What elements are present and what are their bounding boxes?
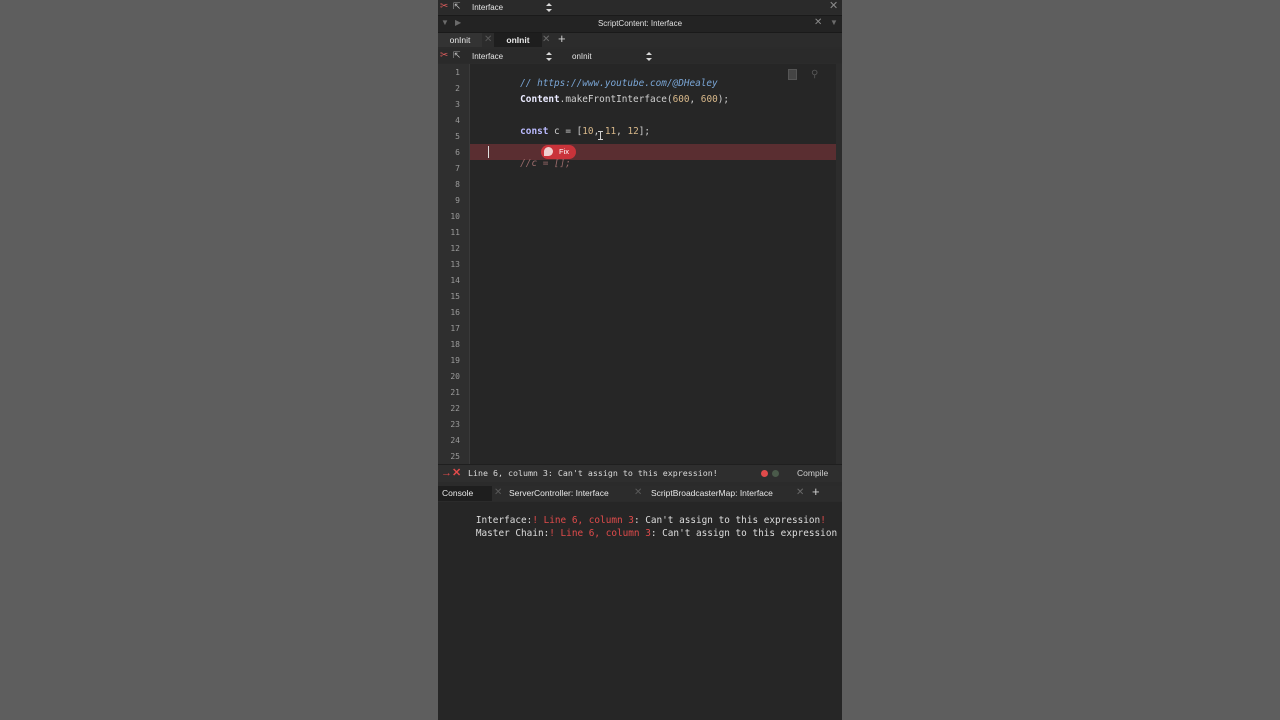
- search-binoculars-icon[interactable]: ⚲: [811, 69, 818, 80]
- callback-dropdown-arrows-icon[interactable]: [646, 52, 652, 61]
- tab-label: Console: [442, 488, 474, 498]
- panel-title: ScriptContent: Interface: [597, 19, 683, 28]
- tab-server-controller[interactable]: ServerController: Interface: [509, 486, 609, 501]
- error-arrow-icon: →✕: [441, 467, 462, 479]
- console-line-2: Master Chain:! Line 6, column 3: Can't a…: [442, 517, 837, 550]
- console-location: ! Line 6, column 3: [549, 528, 651, 539]
- console-message: : Can't assign to this expression: [650, 528, 838, 539]
- line-number: 1: [455, 68, 460, 77]
- line-number: 23: [450, 420, 460, 429]
- line-number: 20: [450, 372, 460, 381]
- copy-icon[interactable]: [788, 69, 797, 80]
- ok-indicator-icon: [772, 470, 779, 477]
- line-number: 3: [455, 100, 460, 109]
- variable-token: c = [: [548, 126, 583, 137]
- line-number: 2: [455, 84, 460, 93]
- method-token: .makeFrontInterface(: [559, 94, 673, 105]
- status-bar: →✕ Line 6, column 3: Can't assign to thi…: [438, 464, 842, 482]
- editor-toolbar: ✂ ⇱ Interface onInit: [438, 49, 842, 63]
- close-icon[interactable]: ✕: [829, 0, 838, 12]
- tab-close-icon[interactable]: ✕: [796, 487, 804, 498]
- add-tab-icon[interactable]: +: [812, 484, 820, 499]
- panel-close-icon[interactable]: ✕: [814, 17, 822, 28]
- compile-button[interactable]: Compile: [797, 468, 828, 478]
- number-token: 600: [700, 94, 718, 105]
- processor-dropdown[interactable]: Interface: [472, 52, 503, 61]
- line-number: 6: [455, 148, 460, 157]
- line-number: 10: [450, 212, 460, 221]
- line-number: 8: [455, 180, 460, 189]
- bottom-tab-bar: Console ✕ ServerController: Interface ✕ …: [438, 484, 842, 501]
- top-selector-bar: ✂ ⇱ Interface ✕: [438, 0, 842, 14]
- line-number: 15: [450, 292, 460, 301]
- editor-tab-bar: onInit ✕ onInit ✕ +: [438, 31, 842, 47]
- tab-close-icon[interactable]: ✕: [494, 487, 502, 498]
- tab-console[interactable]: Console: [438, 486, 492, 501]
- processor-selector-arrows-icon[interactable]: [546, 3, 552, 12]
- number-token: 12: [627, 126, 639, 137]
- line-number: 13: [450, 260, 460, 269]
- mouse-ibeam-cursor-icon: [598, 131, 603, 140]
- hise-script-editor-window: ✂ ⇱ Interface ✕ ▼ ▶ ScriptContent: Inter…: [438, 0, 842, 720]
- text-caret: [488, 146, 489, 158]
- tab-close-icon[interactable]: ✕: [484, 34, 492, 45]
- number-token: 10: [582, 126, 594, 137]
- console-prefix: Master Chain:: [475, 528, 550, 539]
- console-output[interactable]: Interface:! Line 6, column 3: Can't assi…: [438, 502, 842, 720]
- panel-fold-icon[interactable]: ▼: [830, 18, 838, 27]
- line-number: 4: [455, 116, 460, 125]
- line-number: 19: [450, 356, 460, 365]
- object-token: Content: [520, 94, 560, 105]
- line-number: 11: [450, 228, 460, 237]
- tab-label: ServerController: Interface: [509, 488, 609, 498]
- scissors-icon[interactable]: ✂: [440, 50, 448, 61]
- line-number: 18: [450, 340, 460, 349]
- punct-token: );: [717, 94, 730, 105]
- commented-code: //c = [];: [520, 158, 571, 169]
- popout-icon[interactable]: ⇱: [453, 50, 461, 61]
- separator-token: ,: [616, 126, 628, 137]
- separator-token: ,: [689, 94, 701, 105]
- line-number: 7: [455, 164, 460, 173]
- code-line-2: Content.makeFrontInterface(600, 600);: [475, 83, 729, 116]
- vertical-scrollbar[interactable]: [836, 64, 842, 464]
- number-token: 600: [672, 94, 690, 105]
- error-bubble-icon: [544, 147, 553, 156]
- line-number: 14: [450, 276, 460, 285]
- line-number: 25: [450, 452, 460, 461]
- punct-token: ];: [638, 126, 651, 137]
- tab-label: ScriptBroadcasterMap: Interface: [651, 488, 773, 498]
- callback-dropdown[interactable]: onInit: [572, 52, 592, 61]
- line-number: 16: [450, 308, 460, 317]
- line-number: 12: [450, 244, 460, 253]
- error-indicator-icon: [761, 470, 768, 477]
- line-number: 21: [450, 388, 460, 397]
- keyword-token: const: [520, 126, 549, 137]
- status-message: Line 6, column 3: Can't assign to this e…: [468, 468, 718, 478]
- tab-script-broadcaster-map[interactable]: ScriptBroadcasterMap: Interface: [651, 486, 773, 501]
- number-token: 11: [604, 126, 617, 137]
- tab-close-icon[interactable]: ✕: [542, 34, 550, 45]
- line-number: 5: [455, 132, 460, 141]
- tab-label: onInit: [506, 35, 530, 45]
- tab-oninit-1[interactable]: onInit: [438, 33, 482, 47]
- tab-label: onInit: [449, 35, 471, 45]
- line-number: 9: [455, 196, 460, 205]
- add-tab-icon[interactable]: +: [558, 31, 566, 46]
- processor-selector[interactable]: Interface: [472, 3, 503, 12]
- scissors-icon[interactable]: ✂: [440, 1, 448, 12]
- panel-title-bar: ▼ ▶ ScriptContent: Interface ✕ ▼: [438, 15, 842, 33]
- code-editor[interactable]: 1 2 3 4 5 6 7 8 9 10 11 12 13 14 15 16 17 18 19 20 21 22 23 24 2…: [438, 64, 842, 464]
- fix-button-label: Fix: [559, 147, 569, 156]
- fix-button[interactable]: Fix: [541, 145, 576, 159]
- line-number: 22: [450, 404, 460, 413]
- line-number: 24: [450, 436, 460, 445]
- popout-icon[interactable]: ⇱: [453, 1, 461, 12]
- line-number: 17: [450, 324, 460, 333]
- processor-dropdown-arrows-icon[interactable]: [546, 52, 552, 61]
- tab-oninit-2[interactable]: onInit: [494, 33, 542, 47]
- tab-close-icon[interactable]: ✕: [634, 487, 642, 498]
- code-line-4: const c = [10, 11, 12];: [475, 115, 650, 148]
